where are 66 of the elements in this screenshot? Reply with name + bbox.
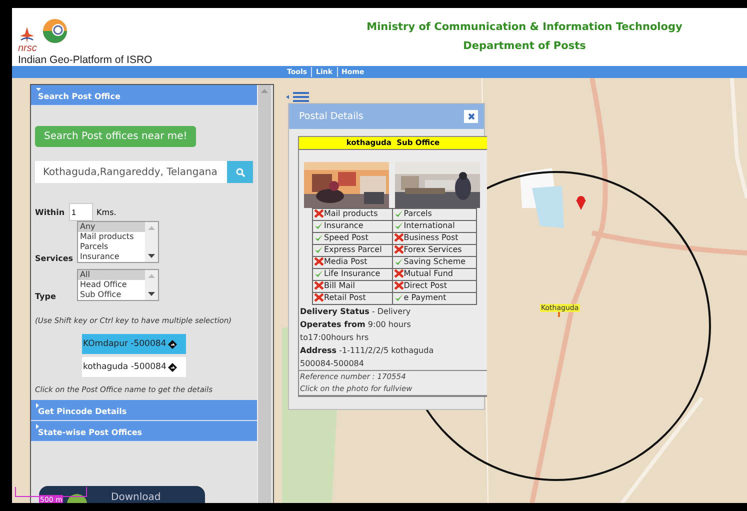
service-cell: e Payment bbox=[392, 292, 476, 304]
service-cell: Direct Post bbox=[392, 280, 476, 292]
cross-icon bbox=[314, 257, 324, 266]
cross-icon bbox=[314, 293, 324, 302]
unit-label: Kms. bbox=[96, 208, 116, 216]
service-cell: Life Insurance bbox=[312, 268, 392, 280]
scrollbar[interactable] bbox=[257, 85, 271, 503]
services-label: Services bbox=[35, 254, 74, 263]
list-option[interactable]: Any bbox=[78, 222, 145, 232]
list-box[interactable]: All Head Office Sub Office bbox=[77, 269, 159, 301]
menu-icon[interactable] bbox=[286, 92, 310, 102]
search-field[interactable]: Kothaguda,Rangareddy, Telangana bbox=[35, 161, 227, 183]
globe-logo-icon bbox=[42, 18, 68, 44]
rocket-logo-icon bbox=[18, 26, 36, 44]
type-label: Type bbox=[35, 292, 57, 301]
site-title: Ministry of Communication & Information Technology bbox=[366, 21, 682, 33]
service-cell: International bbox=[392, 220, 476, 232]
detail-text: Address -1-111/2/2/5 kothaguda 500084-500084 bbox=[299, 345, 435, 370]
cross-icon bbox=[394, 233, 404, 242]
service-cell: Express Parcel bbox=[312, 244, 392, 256]
direction-icon bbox=[168, 340, 178, 348]
cross-icon bbox=[394, 281, 404, 290]
search-button[interactable] bbox=[227, 161, 253, 183]
service-cell: Retail Post bbox=[312, 292, 392, 304]
platform-name: Indian Geo-Platform of ISRO bbox=[18, 54, 154, 66]
detail-text: Delivery Status - Delivery bbox=[299, 306, 412, 318]
popup-title: Postal Details bbox=[299, 111, 364, 122]
direction-icon bbox=[168, 362, 178, 372]
distance-field[interactable]: 1 bbox=[68, 203, 93, 221]
service-cell: Insurance bbox=[312, 220, 392, 232]
service-cell: Parcels bbox=[392, 208, 476, 220]
list-option[interactable]: Head Office bbox=[78, 280, 145, 290]
check-icon bbox=[394, 293, 404, 302]
service-cell: Media Post bbox=[312, 256, 392, 268]
service-cell: Mutual Fund bbox=[392, 268, 476, 280]
cross-icon bbox=[394, 245, 404, 254]
list-box[interactable]: Any Mail products Parcels Insurance bbox=[77, 221, 159, 263]
close-button[interactable] bbox=[464, 110, 478, 123]
check-icon bbox=[394, 221, 404, 230]
result-item[interactable]: kothaguda -500084 bbox=[82, 357, 186, 377]
location-marker-icon bbox=[576, 196, 586, 210]
scroll-down-icon[interactable] bbox=[148, 254, 155, 258]
scroll-down-icon[interactable] bbox=[148, 292, 155, 296]
result-item[interactable]: KOmdapur -500084 bbox=[82, 334, 186, 354]
site-subtitle: Department of Posts bbox=[463, 40, 586, 52]
within-label: Within bbox=[35, 208, 65, 216]
org-label: nrsc bbox=[18, 44, 38, 53]
service-cell: Forex Services bbox=[392, 244, 476, 256]
service-cell: Mail products bbox=[312, 208, 392, 220]
search-icon bbox=[236, 168, 244, 176]
cross-icon bbox=[314, 281, 324, 290]
service-cell: Business Post bbox=[392, 232, 476, 244]
cross-icon bbox=[314, 209, 324, 218]
list-option[interactable]: Parcels bbox=[78, 242, 145, 252]
service-cell: Saving Scheme bbox=[392, 256, 476, 268]
list-option[interactable]: Mail products bbox=[78, 232, 145, 242]
list-option[interactable]: All bbox=[78, 270, 145, 280]
detail-text: Operates from 9:00 hours to17:00hours hrs bbox=[299, 319, 412, 344]
close-icon bbox=[468, 113, 474, 120]
service-cell: Speed Post bbox=[312, 232, 392, 244]
list-option[interactable]: Insurance bbox=[78, 252, 145, 262]
service-cell: Bill Mail bbox=[312, 280, 392, 292]
list-option[interactable]: Sub Office bbox=[78, 290, 145, 300]
cross-icon bbox=[394, 269, 404, 278]
check-icon bbox=[394, 257, 404, 266]
check-icon bbox=[314, 269, 324, 278]
